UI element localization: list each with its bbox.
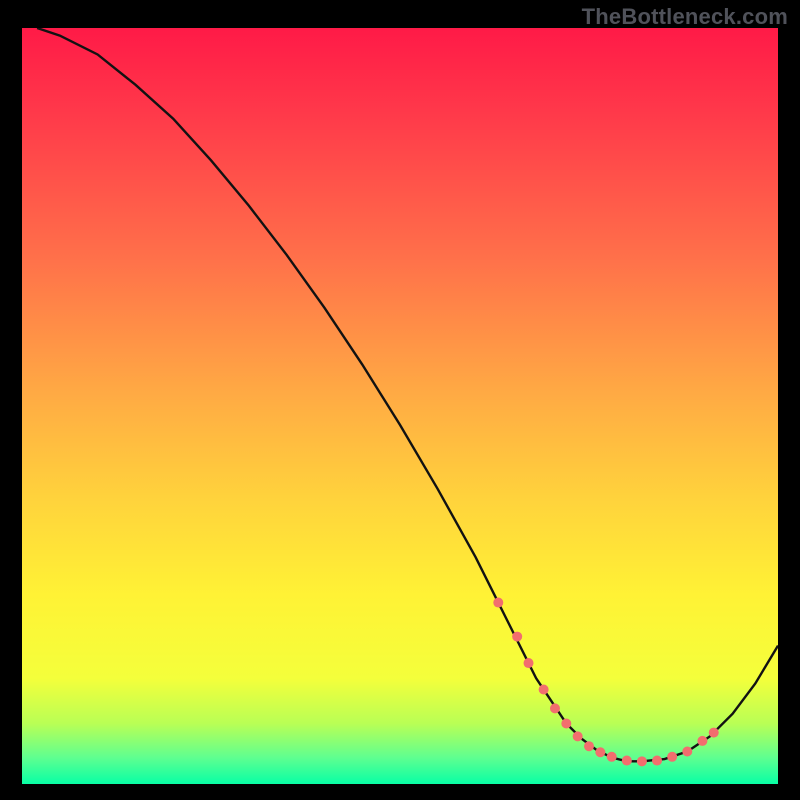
watermark-text: TheBottleneck.com: [582, 4, 788, 30]
curve-marker: [652, 756, 662, 766]
curve-marker: [622, 756, 632, 766]
chart-frame: TheBottleneck.com: [0, 0, 800, 800]
curve-marker: [524, 658, 534, 668]
curve-marker: [573, 731, 583, 741]
curve-marker: [697, 736, 707, 746]
curve-marker: [550, 703, 560, 713]
curve-marker: [709, 728, 719, 738]
curve-marker: [607, 752, 617, 762]
curve-marker: [493, 598, 503, 608]
curve-marker: [637, 756, 647, 766]
curve-marker: [667, 752, 677, 762]
curve-marker: [584, 741, 594, 751]
bottleneck-curve-chart: [22, 28, 778, 784]
gradient-background: [22, 28, 778, 784]
curve-marker: [561, 719, 571, 729]
curve-marker: [595, 747, 605, 757]
plot-area: [22, 28, 778, 784]
curve-marker: [682, 746, 692, 756]
curve-marker: [539, 685, 549, 695]
curve-marker: [512, 632, 522, 642]
